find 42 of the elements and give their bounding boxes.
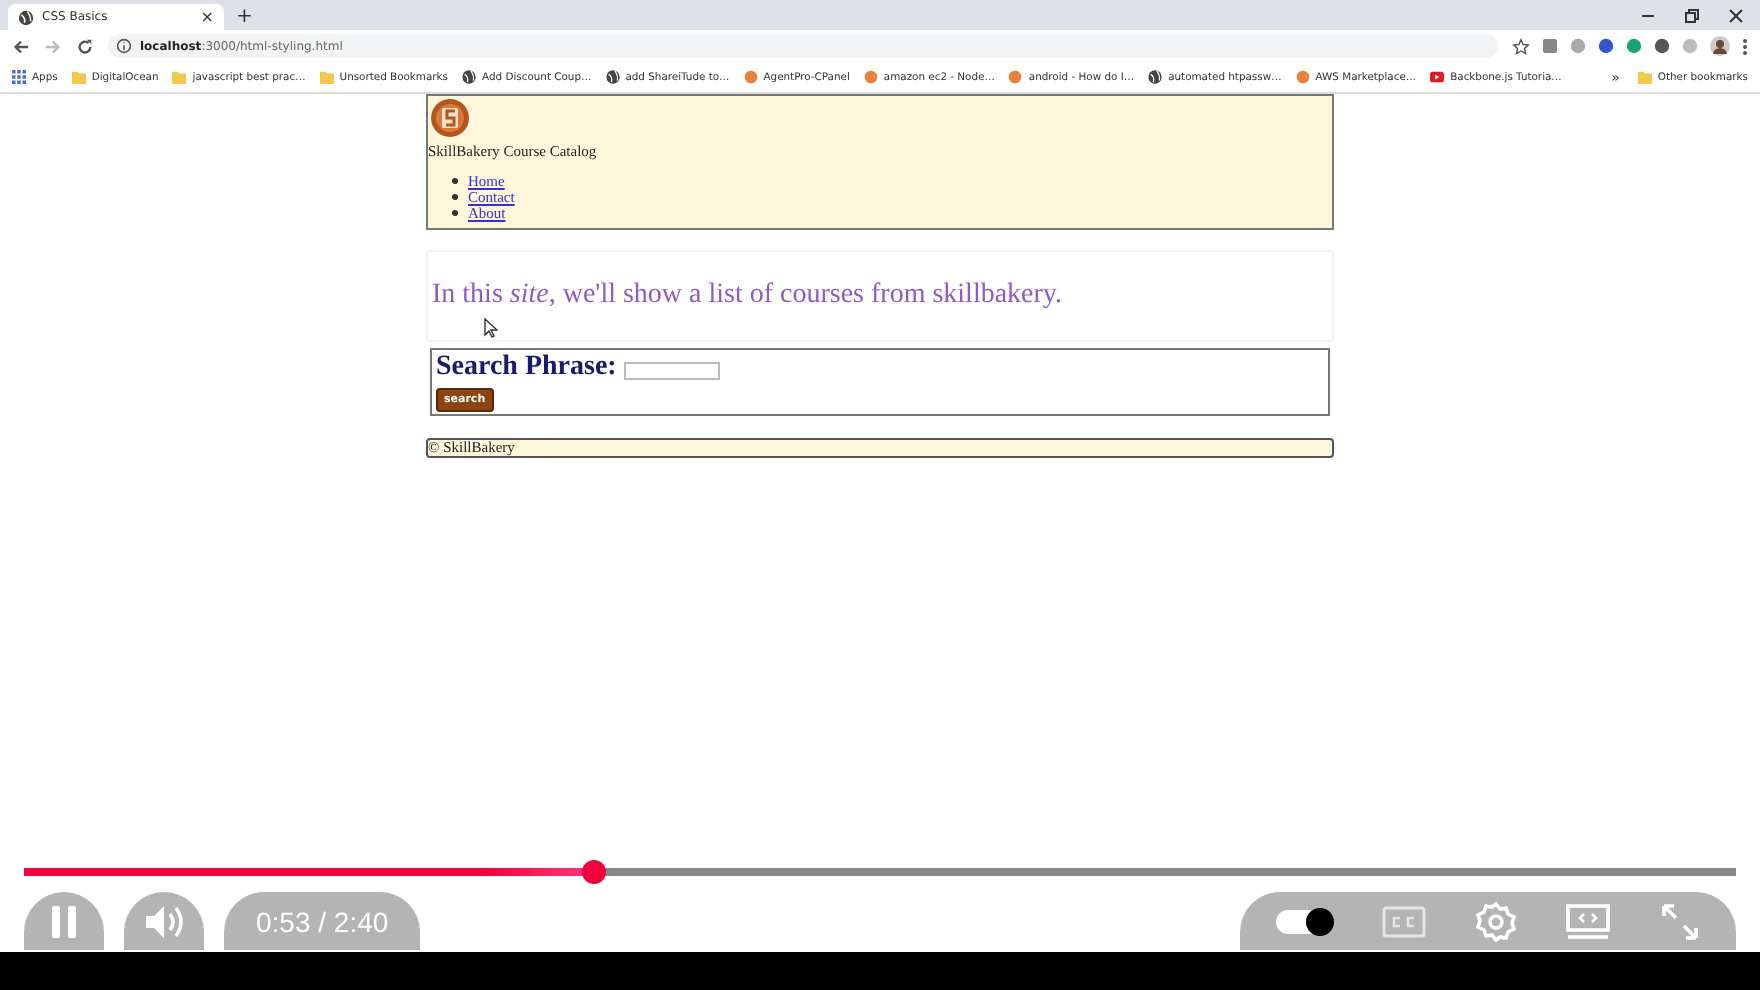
apps-icon (12, 70, 26, 84)
cookie-logo-icon (430, 98, 470, 138)
site-icon (863, 70, 878, 84)
bullet-icon (452, 177, 458, 183)
close-button[interactable]: × (200, 9, 214, 25)
site-icon (1295, 70, 1310, 84)
reload-icon[interactable] (76, 37, 94, 55)
restore-icon[interactable] (1684, 7, 1700, 23)
close-icon[interactable] (1728, 7, 1744, 23)
time-display: 0:53 / 2:40 (224, 892, 421, 950)
volume-icon (144, 903, 184, 939)
pause-button[interactable] (24, 892, 104, 950)
theater-mode-icon[interactable] (1565, 903, 1610, 939)
play-badge-icon (1430, 70, 1445, 84)
bullet-icon (452, 193, 458, 199)
info-icon (116, 38, 132, 54)
progress-thumb[interactable] (582, 860, 607, 884)
folder-icon (172, 70, 187, 84)
globe-icon (605, 70, 620, 84)
search-field[interactable] (624, 362, 721, 380)
bullet-icon (452, 209, 458, 215)
avatar-icon[interactable] (1710, 36, 1730, 56)
folder-icon (319, 70, 334, 84)
folder-icon (71, 70, 86, 84)
intro-text: In this site, we'll show a list of courses from skillbakery. (432, 280, 1065, 312)
new-tab-button[interactable]: + (236, 6, 253, 30)
volume-button[interactable] (124, 892, 204, 950)
site-icon (743, 70, 758, 84)
search-label: Search Phrase: (436, 352, 617, 384)
fullscreen-icon[interactable] (1659, 903, 1700, 939)
back-icon[interactable] (12, 37, 30, 55)
globe-icon (18, 9, 34, 25)
folder-icon (1637, 70, 1652, 84)
globe-icon (462, 70, 477, 84)
autoplay-toggle[interactable] (1276, 909, 1333, 933)
globe-icon (1148, 70, 1163, 84)
star-icon[interactable] (1512, 37, 1530, 55)
more-icon[interactable] (1742, 37, 1748, 55)
settings-icon[interactable] (1475, 901, 1516, 941)
site-icon (1008, 70, 1023, 84)
pause-icon (50, 905, 78, 937)
forward-icon[interactable] (44, 37, 62, 55)
